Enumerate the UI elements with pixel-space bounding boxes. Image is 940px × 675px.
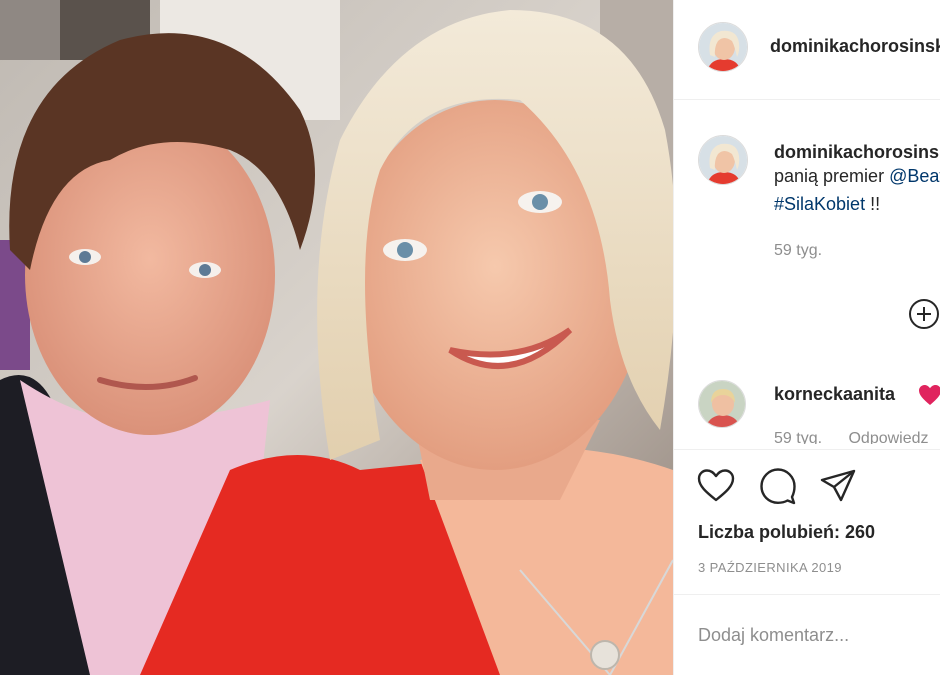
comment-bubble-icon	[760, 468, 796, 505]
plus-circle-icon	[909, 299, 939, 329]
commenter-avatar-icon	[699, 381, 745, 427]
caption-line-2: #SilaKobiet !!	[774, 194, 880, 215]
caption-text: panią premier	[774, 166, 885, 186]
hashtag-link[interactable]: #SilaKobiet	[774, 194, 865, 214]
blonde-woman-avatar	[699, 136, 747, 184]
share-button[interactable]	[818, 466, 858, 506]
author-avatar[interactable]	[698, 22, 748, 72]
red-heart-icon	[919, 385, 940, 405]
blonde-woman-avatar	[699, 23, 747, 71]
author-username[interactable]: dominikachorosinska	[770, 36, 940, 57]
caption-mention-link[interactable]: @Beata	[889, 166, 940, 186]
post-side-panel: dominikachorosinska dominikachorosinska …	[673, 0, 940, 675]
add-comment-section	[674, 594, 940, 675]
comment-input[interactable]	[698, 621, 938, 649]
load-more-comments-button[interactable]	[908, 298, 940, 330]
caption-timestamp[interactable]: 59 tyg.	[774, 242, 822, 260]
comment-button[interactable]	[758, 466, 798, 506]
post-photo[interactable]	[0, 0, 673, 675]
caption-username[interactable]: dominikachorosinska	[774, 142, 940, 163]
selfie-photo	[0, 0, 673, 675]
comment-meta: 59 tyg. Odpowiedz	[774, 430, 929, 444]
commenter-avatar[interactable]	[698, 380, 746, 428]
like-button[interactable]	[696, 466, 736, 506]
post-actions: Liczba polubień: 260 3 października 2019	[674, 449, 940, 594]
comment-timestamp[interactable]: 59 tyg.	[774, 430, 822, 444]
post-date[interactable]: 3 października 2019	[698, 560, 842, 575]
paper-plane-icon	[820, 469, 856, 502]
caption-avatar[interactable]	[698, 135, 748, 185]
likes-count[interactable]: Liczba polubień: 260	[698, 522, 875, 543]
commenter-username[interactable]: korneckaanita	[774, 384, 895, 405]
reply-button[interactable]: Odpowiedz	[848, 430, 928, 444]
caption-suffix: !!	[865, 194, 881, 214]
heart-outline-icon	[697, 469, 735, 502]
post-header: dominikachorosinska	[674, 0, 940, 100]
caption-line-1: panią premier @Beata	[774, 166, 940, 187]
